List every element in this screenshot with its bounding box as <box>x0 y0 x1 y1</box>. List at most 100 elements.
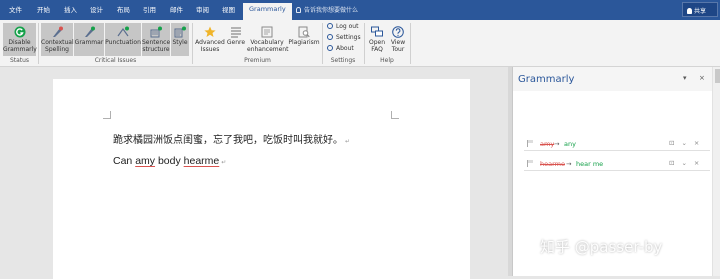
open-faq-button[interactable]: Open FAQ <box>366 23 388 56</box>
critical-issues-group-label: Critical Issues <box>94 57 137 64</box>
sentence-structure-icon <box>150 26 162 38</box>
premium-group-label: Premium <box>244 57 271 64</box>
punctuation-button[interactable]: Punctuation <box>105 23 141 56</box>
contextual-spelling-button[interactable]: Contextual Spelling <box>41 23 74 56</box>
sentence-structure-label: Sentence structure <box>142 39 171 53</box>
document-line-2[interactable]: Can amy body hearme ↵ <box>113 155 226 167</box>
expand-icon[interactable]: ⌄ <box>681 139 693 147</box>
paragraph-mark-icon: ↵ <box>345 138 351 145</box>
person-icon <box>687 8 692 14</box>
punctuation-check-icon <box>117 26 129 38</box>
style-button[interactable]: Style <box>171 23 189 56</box>
line-2-text: body <box>155 155 184 167</box>
settings-label: Settings <box>336 34 361 41</box>
share-button[interactable]: 共享 <box>682 2 718 17</box>
punctuation-label: Punctuation <box>105 39 141 46</box>
suggestion-card[interactable]: amy → any ⊡⌄× <box>524 137 710 151</box>
line-2-text: Can <box>113 155 136 167</box>
vocabulary-enhancement-label: Vocabulary enhancement <box>247 39 289 53</box>
suggested-word[interactable]: any <box>564 140 576 148</box>
lightbulb-icon <box>296 7 301 13</box>
tab-home[interactable]: 开始 <box>37 4 50 14</box>
tab-design[interactable]: 设计 <box>90 4 103 14</box>
margin-corner-mark <box>103 111 111 119</box>
suggested-word[interactable]: hear me <box>576 160 603 168</box>
pane-scrollbar[interactable] <box>712 67 720 276</box>
title-bar: 文件 开始 插入 设计 布局 引用 邮件 审阅 视图 Grammarly 告诉我… <box>0 0 720 20</box>
add-to-dictionary-icon[interactable]: ⊡ <box>669 139 681 147</box>
tell-me-box[interactable]: 告诉我你想要做什么 <box>296 5 358 14</box>
style-label: Style <box>172 39 188 46</box>
power-icon <box>327 23 333 29</box>
pane-header: Grammarly ▾ × <box>513 67 720 91</box>
about-label: About <box>336 45 354 52</box>
ribbon: Disable Grammarly Status Contextual Spel… <box>0 20 720 67</box>
pane-options-icon[interactable]: ▾ <box>683 74 687 82</box>
vocabulary-icon <box>261 26 273 38</box>
tab-mailings[interactable]: 邮件 <box>170 4 183 14</box>
tell-me-text: 告诉我你想要做什么 <box>304 7 359 14</box>
flag-icon <box>527 140 533 147</box>
grammar-button[interactable]: Grammar <box>74 23 104 56</box>
card-actions: ⊡⌄× <box>669 139 706 147</box>
settings-group-label: Settings <box>330 57 356 64</box>
tab-file[interactable]: 文件 <box>9 4 22 14</box>
genre-label: Genre <box>226 39 246 46</box>
tab-insert[interactable]: 插入 <box>64 4 77 14</box>
plagiarism-label: Plagiarism <box>288 39 320 46</box>
contextual-spelling-label: Contextual Spelling <box>41 39 74 53</box>
tab-references[interactable]: 引用 <box>143 4 156 14</box>
dismiss-icon[interactable]: × <box>694 159 706 167</box>
view-tour-label: View Tour <box>390 39 406 53</box>
arrow-icon: → <box>554 140 560 148</box>
margin-corner-mark <box>391 111 399 119</box>
help-group-label: Help <box>380 57 394 64</box>
log-out-label: Log out <box>336 23 359 30</box>
status-group-label: Status <box>9 57 30 64</box>
plagiarism-icon <box>298 26 310 38</box>
disable-grammarly-label: Disable Grammarly <box>3 39 37 53</box>
genre-icon <box>230 26 242 38</box>
document-page[interactable]: 跪求橘园洲饭点闺蜜，忘了我吧，吃饭时叫我就好。 ↵ Can amy body he… <box>53 79 470 279</box>
line-1-text: 跪求橘园洲饭点闺蜜，忘了我吧，吃饭时叫我就好。 <box>113 135 343 146</box>
genre-button[interactable]: Genre <box>226 23 246 56</box>
view-tour-button[interactable]: View Tour <box>388 23 408 56</box>
flagged-word-hearme[interactable]: hearme <box>184 155 220 167</box>
sentence-structure-button[interactable]: Sentence structure <box>142 23 170 56</box>
close-icon[interactable]: × <box>699 74 705 82</box>
about-button[interactable]: About <box>327 45 354 52</box>
log-out-button[interactable]: Log out <box>327 23 358 30</box>
scrollbar-thumb[interactable] <box>715 69 720 83</box>
info-icon <box>327 45 333 51</box>
group-separator <box>364 23 365 64</box>
tab-view[interactable]: 视图 <box>222 4 235 14</box>
faq-chat-icon <box>371 26 383 38</box>
settings-button[interactable]: Settings <box>327 34 361 41</box>
pane-title: Grammarly <box>518 74 575 85</box>
add-to-dictionary-icon[interactable]: ⊡ <box>669 159 681 167</box>
group-separator <box>322 23 323 64</box>
flagged-word-amy[interactable]: amy <box>135 155 155 167</box>
question-icon <box>392 26 404 38</box>
group-separator <box>38 23 39 64</box>
share-label: 共享 <box>694 8 707 15</box>
plagiarism-button[interactable]: Plagiarism <box>288 23 320 56</box>
tab-layout[interactable]: 布局 <box>117 4 130 14</box>
paragraph-mark-icon: ↵ <box>221 160 227 166</box>
vocabulary-enhancement-button[interactable]: Vocabulary enhancement <box>247 23 289 56</box>
original-word: hearme <box>540 160 565 168</box>
open-faq-label: Open FAQ <box>368 39 386 53</box>
zhihu-watermark: 知乎 @passer-by <box>540 238 663 256</box>
tab-grammarly[interactable]: Grammarly <box>243 3 292 20</box>
suggestion-card[interactable]: hearme → hear me ⊡⌄× <box>524 157 710 171</box>
advanced-issues-button[interactable]: Advanced Issues <box>194 23 226 56</box>
grammar-check-icon <box>83 26 95 38</box>
star-icon <box>204 26 216 38</box>
document-line-1[interactable]: 跪求橘园洲饭点闺蜜，忘了我吧，吃饭时叫我就好。 ↵ <box>113 131 350 146</box>
expand-icon[interactable]: ⌄ <box>681 159 693 167</box>
dismiss-icon[interactable]: × <box>694 139 706 147</box>
tab-review[interactable]: 审阅 <box>196 4 209 14</box>
disable-grammarly-button[interactable]: Disable Grammarly <box>3 23 37 56</box>
grammar-label: Grammar <box>74 39 104 46</box>
document-canvas: 跪求橘园洲饭点闺蜜，忘了我吧，吃饭时叫我就好。 ↵ Can amy body he… <box>0 67 508 279</box>
